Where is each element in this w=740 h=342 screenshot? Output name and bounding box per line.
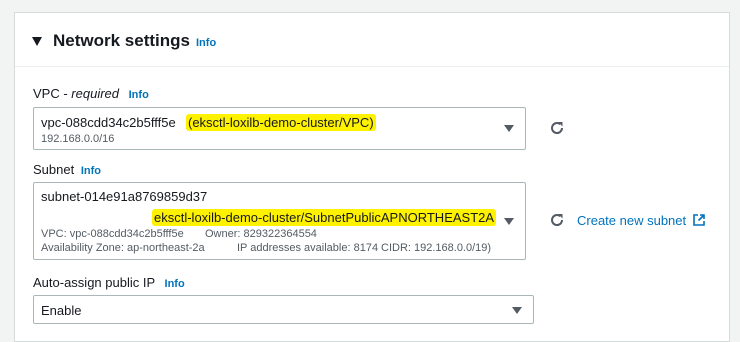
public-ip-label-text: Auto-assign public IP (33, 275, 155, 290)
caret-down-icon[interactable] (32, 37, 42, 46)
create-new-subnet-label[interactable]: Create new subnet (577, 213, 686, 228)
network-settings-panel: Network settings Info VPC - required Inf… (14, 12, 730, 342)
subnet-refresh-icon[interactable] (548, 211, 566, 229)
vpc-label-text: VPC - (33, 86, 72, 101)
section-info-link[interactable]: Info (196, 37, 216, 49)
subnet-vpc-line: VPC: vpc-088cdd34c2b5fff5e (41, 228, 184, 240)
public-ip-label: Auto-assign public IP Info (33, 275, 185, 290)
subnet-ip-line: IP addresses available: 8174 (237, 242, 379, 254)
subnet-name: eksctl-loxilb-demo-cluster/SubnetPublicA… (152, 209, 497, 226)
vpc-required-text: required (71, 86, 119, 101)
subnet-select[interactable]: subnet-014e91a8769859d37 eksctl-loxilb-d… (33, 182, 526, 260)
vpc-info-link[interactable]: Info (129, 89, 149, 101)
public-ip-dropdown-icon (512, 307, 522, 314)
public-ip-info-link[interactable]: Info (165, 278, 185, 290)
public-ip-select[interactable]: Enable (33, 295, 534, 324)
external-link-icon (692, 214, 705, 226)
vpc-dropdown-icon (504, 125, 514, 132)
subnet-info-link[interactable]: Info (81, 165, 101, 177)
subnet-id: subnet-014e91a8769859d37 (41, 189, 208, 204)
section-title: Network settings (53, 31, 190, 50)
subnet-dropdown-icon (504, 218, 514, 225)
panel-header[interactable]: Network settings Info (15, 13, 729, 67)
subnet-az-line: Availability Zone: ap-northeast-2a (41, 242, 205, 254)
subnet-owner-line: Owner: 829322364554 (205, 228, 317, 240)
subnet-label: Subnet Info (33, 162, 101, 177)
public-ip-value: Enable (41, 303, 82, 318)
subnet-cidr-line: CIDR: 192.168.0.0/19) (381, 242, 492, 254)
vpc-id: vpc-088cdd34c2b5fff5e (41, 115, 176, 130)
vpc-label: VPC - required Info (33, 86, 149, 101)
vpc-cidr: 192.168.0.0/16 (41, 133, 115, 145)
vpc-refresh-icon[interactable] (548, 119, 566, 137)
create-new-subnet-link[interactable]: Create new subnet (577, 213, 705, 228)
vpc-name: (eksctl-loxilb-demo-cluster/VPC) (186, 114, 376, 131)
subnet-label-text: Subnet (33, 162, 75, 177)
vpc-select[interactable]: vpc-088cdd34c2b5fff5e (eksctl-loxilb-dem… (33, 107, 526, 150)
